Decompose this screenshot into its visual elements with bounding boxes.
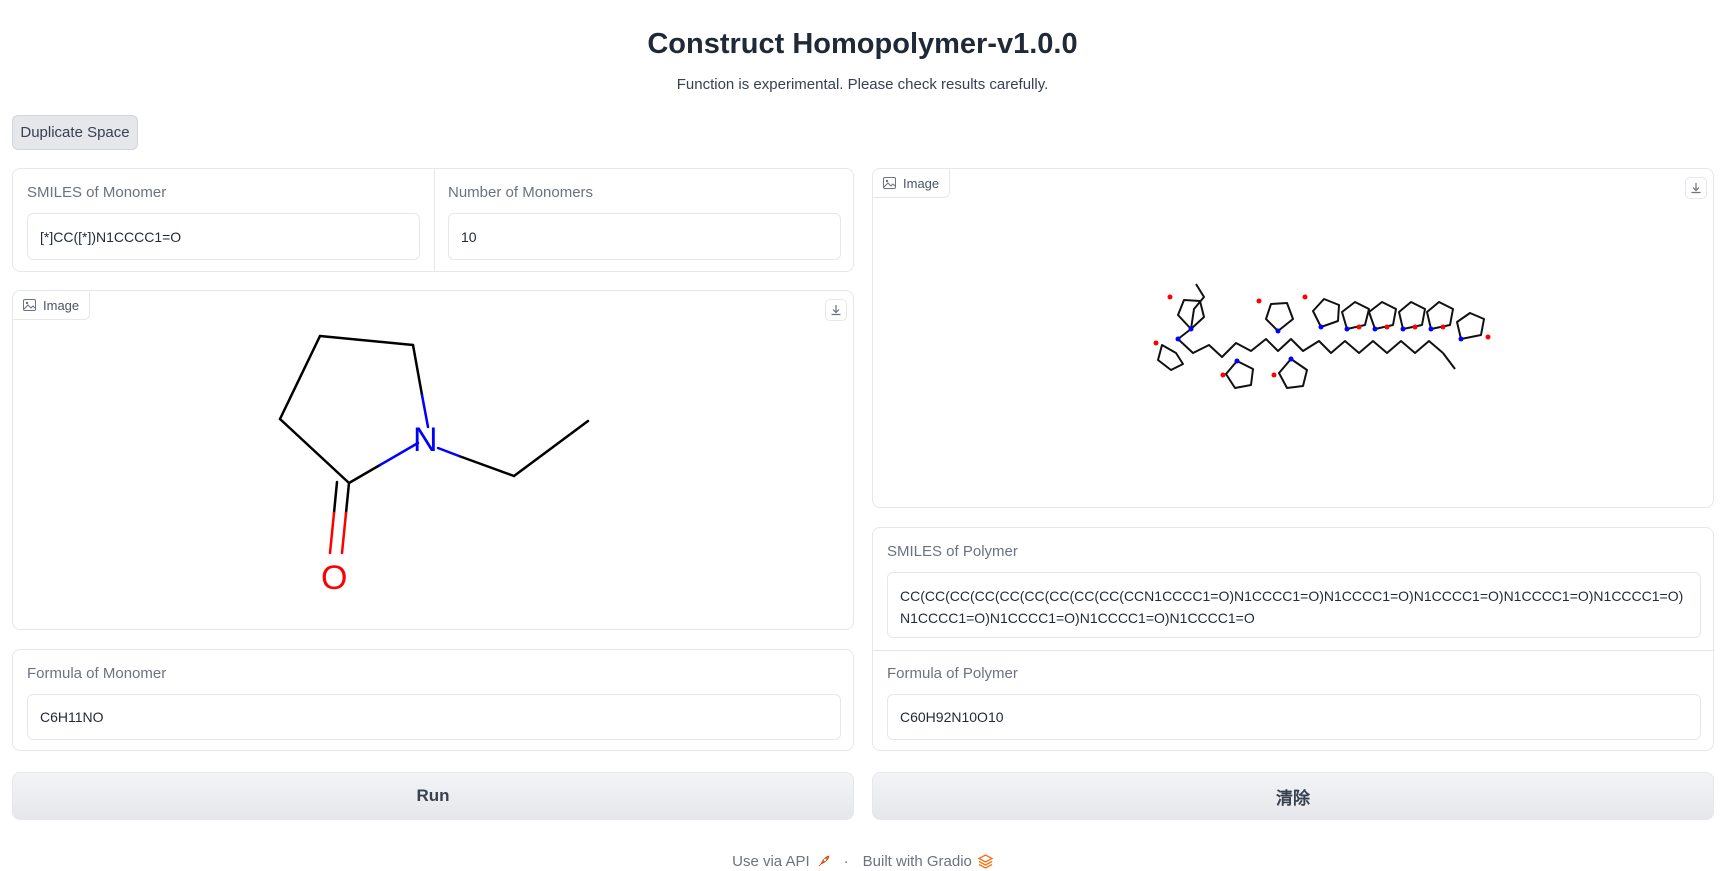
monomer-count-input[interactable]: 10 xyxy=(448,213,841,260)
monomer-smiles-label: SMILES of Monomer xyxy=(27,184,167,201)
pyrrolidone-ring xyxy=(1341,301,1370,330)
polymer-formula-label: Formula of Polymer xyxy=(887,665,1018,682)
monomer-smiles-input[interactable]: [*]CC([*])N1CCCC1=O xyxy=(27,213,420,260)
pyrrolidone-ring xyxy=(1426,301,1454,330)
use-via-api-link[interactable]: Use via API xyxy=(732,853,830,870)
divider xyxy=(873,650,1713,651)
polymer-image-panel: Image xyxy=(872,168,1714,508)
monomer-structure: N O xyxy=(278,334,590,597)
divider xyxy=(434,169,435,271)
polymer-structure xyxy=(1153,283,1491,389)
gradio-logo-icon xyxy=(977,854,993,869)
run-button[interactable]: Run xyxy=(12,772,854,820)
use-via-api-label: Use via API xyxy=(732,853,810,870)
monomer-formula-card: Formula of Monomer C6H11NO xyxy=(12,649,854,751)
monomer-input-card: SMILES of Monomer [*]CC([*])N1CCCC1=O Nu… xyxy=(12,168,854,272)
nitrogen-atom-label: N xyxy=(413,421,438,459)
pyrrolidone-ring xyxy=(1157,344,1184,371)
polymer-smiles-label: SMILES of Polymer xyxy=(887,543,1018,560)
pyrrolidone-ring xyxy=(1278,358,1308,389)
monomer-formula-label: Formula of Monomer xyxy=(27,665,167,682)
page-title: Construct Homopolymer-v1.0.0 xyxy=(647,28,1078,60)
built-with-gradio-label: Built with Gradio xyxy=(862,853,972,870)
pyrrolidone-ring xyxy=(1398,301,1426,330)
polymer-formula-output[interactable]: C60H92N10O10 xyxy=(887,694,1701,740)
polymer-output-card: SMILES of Polymer CC(CC(CC(CC(CC(CC(CC(C… xyxy=(872,527,1714,751)
pyrrolidone-ring xyxy=(1368,301,1397,330)
pyrrolidone-ring xyxy=(1265,302,1294,332)
pyrrolidone-ring xyxy=(1225,360,1254,389)
polymer-backbone xyxy=(1177,283,1444,358)
pyrrolidone-ring xyxy=(1312,298,1340,328)
duplicate-space-button[interactable]: Duplicate Space xyxy=(12,115,138,150)
monomer-formula-output[interactable]: C6H11NO xyxy=(27,694,841,740)
terminal-methyl xyxy=(1442,352,1456,370)
page-subtitle: Function is experimental. Please check r… xyxy=(676,76,1049,93)
built-with-gradio-link[interactable]: Built with Gradio xyxy=(863,853,993,870)
heteroatom-bonds xyxy=(328,393,461,555)
clear-button[interactable]: 清除 xyxy=(872,772,1714,820)
nitrogen-atoms xyxy=(1175,324,1464,364)
polymer-smiles-output[interactable]: CC(CC(CC(CC(CC(CC(CC(CC(CC(CCN1CCCC1=O)N… xyxy=(887,572,1701,638)
monomer-image-panel: Image N O xyxy=(12,290,854,630)
pyrrolidone-ring xyxy=(1456,312,1485,340)
footer: Use via API · Built with Gradio xyxy=(0,853,1725,870)
monomer-count-label: Number of Monomers xyxy=(448,184,594,201)
rocket-icon xyxy=(818,854,830,866)
footer-separator: · xyxy=(843,853,849,870)
oxygen-atoms xyxy=(1153,294,1491,378)
oxygen-atom-label: O xyxy=(321,559,347,597)
